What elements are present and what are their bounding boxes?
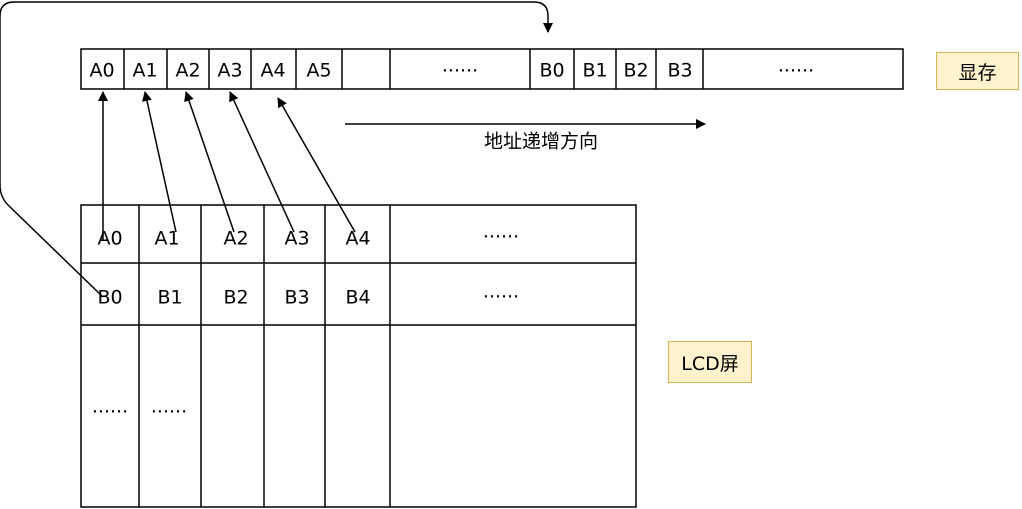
vram-cell-b1: B1 (582, 59, 608, 82)
lcd-tag-label: LCD屏 (681, 352, 739, 375)
b0-wrap-arrow (0, 1, 553, 298)
arrow-a1 (142, 91, 177, 233)
vram-cell-ellipsis-b: ...... (777, 54, 815, 77)
lcd-cell-ellipsis-b: ...... (482, 280, 520, 303)
vram-tag-label: 显存 (958, 61, 997, 84)
mapping-arrows (98, 91, 356, 240)
lcd-cell-a0: A0 (97, 227, 123, 250)
direction-label: 地址递增方向 (483, 130, 599, 153)
lcd-cell-b1: B1 (157, 286, 183, 309)
vram-cell-a0: A0 (89, 59, 115, 82)
vram-cell-a1: A1 (132, 59, 158, 82)
vram-cell-a4: A4 (260, 59, 286, 82)
lcd-cell-a3: A3 (284, 227, 310, 250)
lcd-cell-a1: A1 (154, 227, 180, 250)
vram-cell-ellipsis-a: ...... (441, 54, 479, 77)
arrow-a4 (277, 97, 356, 233)
lcd-cell-ellipsis-c2: ...... (150, 395, 188, 418)
vram-cell-b3: B3 (667, 59, 693, 82)
lcd-tag: LCD屏 (668, 341, 752, 383)
vram-cell-b0: B0 (539, 59, 565, 82)
arrow-a2 (184, 91, 235, 233)
arrow-a3 (229, 91, 295, 233)
lcd-cell-ellipsis-c1: ...... (91, 395, 129, 418)
lcd-cell-a2: A2 (223, 227, 249, 250)
vram-cell-a5: A5 (306, 59, 332, 82)
lcd-cell-b4: B4 (345, 286, 371, 309)
lcd-cell-b2: B2 (223, 286, 249, 309)
lcd-cell-ellipsis-a: ...... (482, 220, 520, 243)
lcd-cell-a4: A4 (345, 227, 371, 250)
lcd-cell-b3: B3 (284, 286, 310, 309)
vram-tag: 显存 (936, 52, 1019, 90)
vram-cell-a2: A2 (175, 59, 201, 82)
vram-cell-b2: B2 (623, 59, 649, 82)
vram-cell-a3: A3 (217, 59, 243, 82)
lcd-cell-b0: B0 (97, 286, 123, 309)
lcd-grid (80, 204, 637, 508)
